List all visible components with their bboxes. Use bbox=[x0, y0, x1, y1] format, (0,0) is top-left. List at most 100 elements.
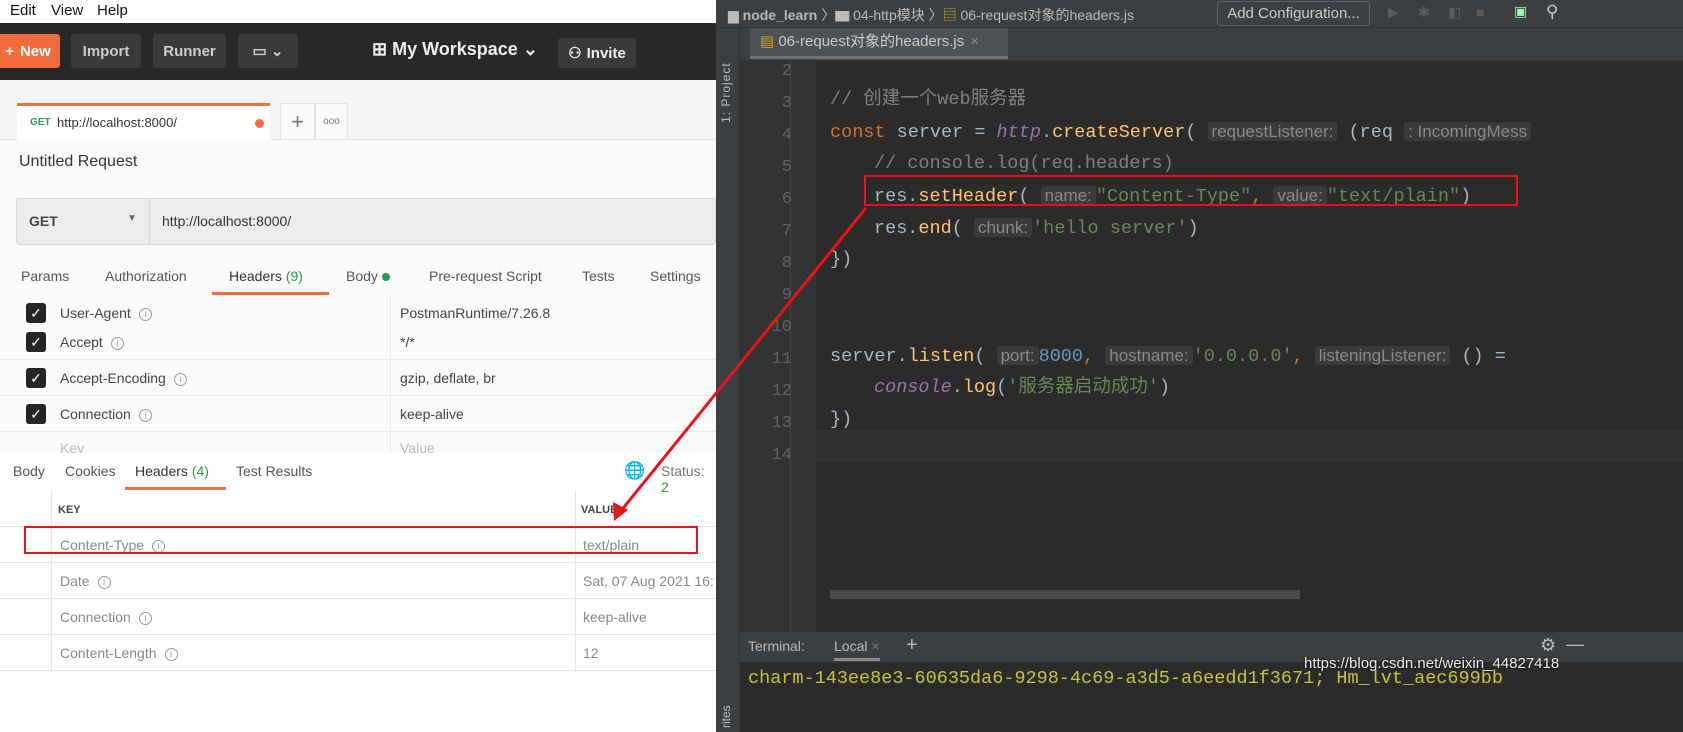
new-window-button[interactable]: ▭ ⌄ bbox=[238, 34, 298, 68]
import-button[interactable]: Import bbox=[71, 34, 141, 68]
code-line-6: res.setHeader( name: "Content-Type", valu… bbox=[874, 186, 1472, 207]
new-tab-button[interactable]: + bbox=[280, 103, 315, 140]
close-icon[interactable]: × bbox=[970, 33, 979, 50]
more-tabs-button[interactable]: ooo bbox=[315, 103, 348, 140]
tab-pre-request-script[interactable]: Pre-request Script bbox=[429, 268, 542, 284]
tab-test-results[interactable]: Test Results bbox=[236, 463, 312, 479]
line-number: 6 bbox=[781, 190, 792, 209]
project-tool-button[interactable]: 1: Project bbox=[719, 62, 733, 123]
header-key: Connection i bbox=[60, 406, 152, 422]
line-number: 3 bbox=[781, 94, 792, 113]
param-hint: requestListener: bbox=[1207, 122, 1338, 141]
tab-cookies[interactable]: Cookies bbox=[65, 463, 116, 479]
more-icon: ooo bbox=[323, 116, 340, 127]
response-panel: Body Cookies Headers (4) Test Results 🌐 … bbox=[0, 453, 716, 732]
table-row: Connection i keep-alive bbox=[0, 599, 716, 635]
minimize-icon[interactable]: — bbox=[1566, 634, 1584, 655]
menu-view[interactable]: View bbox=[51, 2, 83, 19]
table-row: ✓ Accept-Encoding i gzip, deflate, br bbox=[0, 360, 716, 396]
ide-window: ▆ node_learn 〉▆ 04-http模块 〉▤ 06-request对… bbox=[716, 0, 1683, 732]
code-line-11: server.listen( port: 8000, hostname: '0.0.… bbox=[830, 346, 1506, 367]
header-key: Accept i bbox=[60, 334, 124, 350]
column-divider bbox=[390, 295, 391, 453]
header-key: User-Agent i bbox=[60, 305, 152, 321]
table-row: Content-Length i 12 bbox=[0, 635, 716, 671]
tab-tests[interactable]: Tests bbox=[582, 268, 615, 284]
param-hint: port: bbox=[996, 346, 1039, 365]
coverage-icon[interactable]: ◧ bbox=[1448, 4, 1461, 21]
folder-icon: ▆ bbox=[835, 7, 854, 23]
invite-button[interactable]: ⚇ Invite bbox=[558, 38, 636, 68]
info-icon: i bbox=[138, 308, 152, 321]
checkbox[interactable]: ✓ bbox=[26, 368, 46, 388]
tab-body[interactable]: Body bbox=[346, 268, 390, 284]
param-hint: name: bbox=[1040, 186, 1096, 205]
code-line-8: }) bbox=[830, 249, 853, 270]
tab-response-headers[interactable]: Headers (4) bbox=[135, 463, 209, 479]
close-icon[interactable]: × bbox=[871, 638, 879, 654]
code-line-4: const server = http.createServer( reques… bbox=[830, 116, 1532, 148]
js-file-icon: ▤ bbox=[760, 33, 779, 50]
request-tab[interactable]: GET http://localhost:8000/ bbox=[17, 103, 270, 140]
table-row: Content-Type i text/plain bbox=[0, 527, 716, 563]
header-value[interactable]: PostmanRuntime/7.26.8 bbox=[400, 305, 550, 321]
column-divider bbox=[51, 491, 52, 673]
line-number: 10 bbox=[771, 318, 792, 337]
terminal-tab-local[interactable]: Local × bbox=[834, 638, 880, 661]
header-value[interactable]: keep-alive bbox=[400, 406, 464, 422]
status-dot-icon bbox=[381, 273, 390, 281]
info-icon: i bbox=[138, 409, 152, 422]
gear-icon[interactable]: ⚙ bbox=[1540, 635, 1556, 656]
header-value[interactable]: */* bbox=[400, 334, 415, 350]
tab-response-body[interactable]: Body bbox=[13, 463, 45, 479]
add-configuration-button[interactable]: Add Configuration... bbox=[1217, 1, 1370, 26]
url-input[interactable]: http://localhost:8000/ bbox=[162, 213, 291, 229]
js-file-icon: ▤ bbox=[942, 7, 961, 23]
new-button[interactable]: + New bbox=[0, 34, 60, 68]
info-icon: i bbox=[152, 540, 166, 553]
code-line-5: // console.log(req.headers) bbox=[874, 153, 1174, 174]
line-number: 13 bbox=[771, 414, 792, 433]
window-plus-icon: ▭ ⌄ bbox=[252, 43, 284, 60]
url-bar: GET ▼ http://localhost:8000/ bbox=[16, 198, 716, 245]
param-hint: hostname: bbox=[1105, 346, 1193, 365]
dropdown-arrow-icon: ▼ bbox=[127, 213, 137, 224]
line-number: 9 bbox=[781, 286, 792, 305]
file-tab[interactable]: ▤ 06-request对象的headers.js × bbox=[750, 28, 1008, 59]
menu-bar: Edit View Help bbox=[0, 0, 716, 23]
tab-params[interactable]: Params bbox=[21, 268, 69, 284]
header-value[interactable]: gzip, deflate, br bbox=[400, 370, 496, 386]
breadcrumb: ▆ node_learn 〉▆ 04-http模块 〉▤ 06-request对… bbox=[728, 7, 1135, 23]
tab-headers[interactable]: Headers (9) bbox=[229, 268, 303, 284]
favorites-tool-button[interactable]: rites bbox=[719, 705, 733, 728]
tab-authorization[interactable]: Authorization bbox=[105, 268, 187, 284]
navigation-bar: ▆ node_learn 〉▆ 04-http模块 〉▤ 06-request对… bbox=[716, 0, 1683, 28]
menu-edit[interactable]: Edit bbox=[10, 2, 36, 19]
stop-icon[interactable]: ■ bbox=[1476, 4, 1484, 20]
editor-tabs: ▤ 06-request对象的headers.js × bbox=[740, 28, 1683, 61]
checkbox[interactable]: ✓ bbox=[26, 332, 46, 352]
runner-button[interactable]: Runner bbox=[153, 34, 226, 68]
info-icon: i bbox=[173, 373, 187, 386]
workspace-selector[interactable]: ⊞ My Workspace ⌄ bbox=[372, 39, 538, 60]
method-select[interactable]: GET ▼ bbox=[17, 199, 150, 244]
run-icon[interactable]: ▶ bbox=[1388, 4, 1399, 21]
line-number: 12 bbox=[771, 382, 792, 401]
header-key: Accept-Encoding i bbox=[60, 370, 187, 386]
terminal-window-icon[interactable]: ▣ bbox=[1514, 3, 1527, 20]
new-terminal-icon[interactable]: + bbox=[906, 634, 918, 657]
line-number: 8 bbox=[781, 254, 792, 273]
info-icon: i bbox=[110, 337, 124, 350]
info-icon: i bbox=[138, 612, 152, 625]
globe-icon[interactable]: 🌐 bbox=[624, 461, 645, 481]
debug-icon[interactable]: ✱ bbox=[1418, 4, 1430, 21]
tab-settings[interactable]: Settings bbox=[650, 268, 701, 284]
search-icon[interactable]: ⚲ bbox=[1546, 2, 1558, 22]
postman-window: Edit View Help + New Import Runner ▭ ⌄ ⊞ … bbox=[0, 0, 716, 732]
checkbox[interactable]: ✓ bbox=[26, 303, 46, 323]
checkbox[interactable]: ✓ bbox=[26, 404, 46, 424]
request-title[interactable]: Untitled Request bbox=[19, 153, 137, 171]
horizontal-scrollbar[interactable] bbox=[830, 590, 1300, 599]
grid-icon: ⊞ bbox=[372, 39, 393, 59]
menu-help[interactable]: Help bbox=[97, 2, 128, 19]
